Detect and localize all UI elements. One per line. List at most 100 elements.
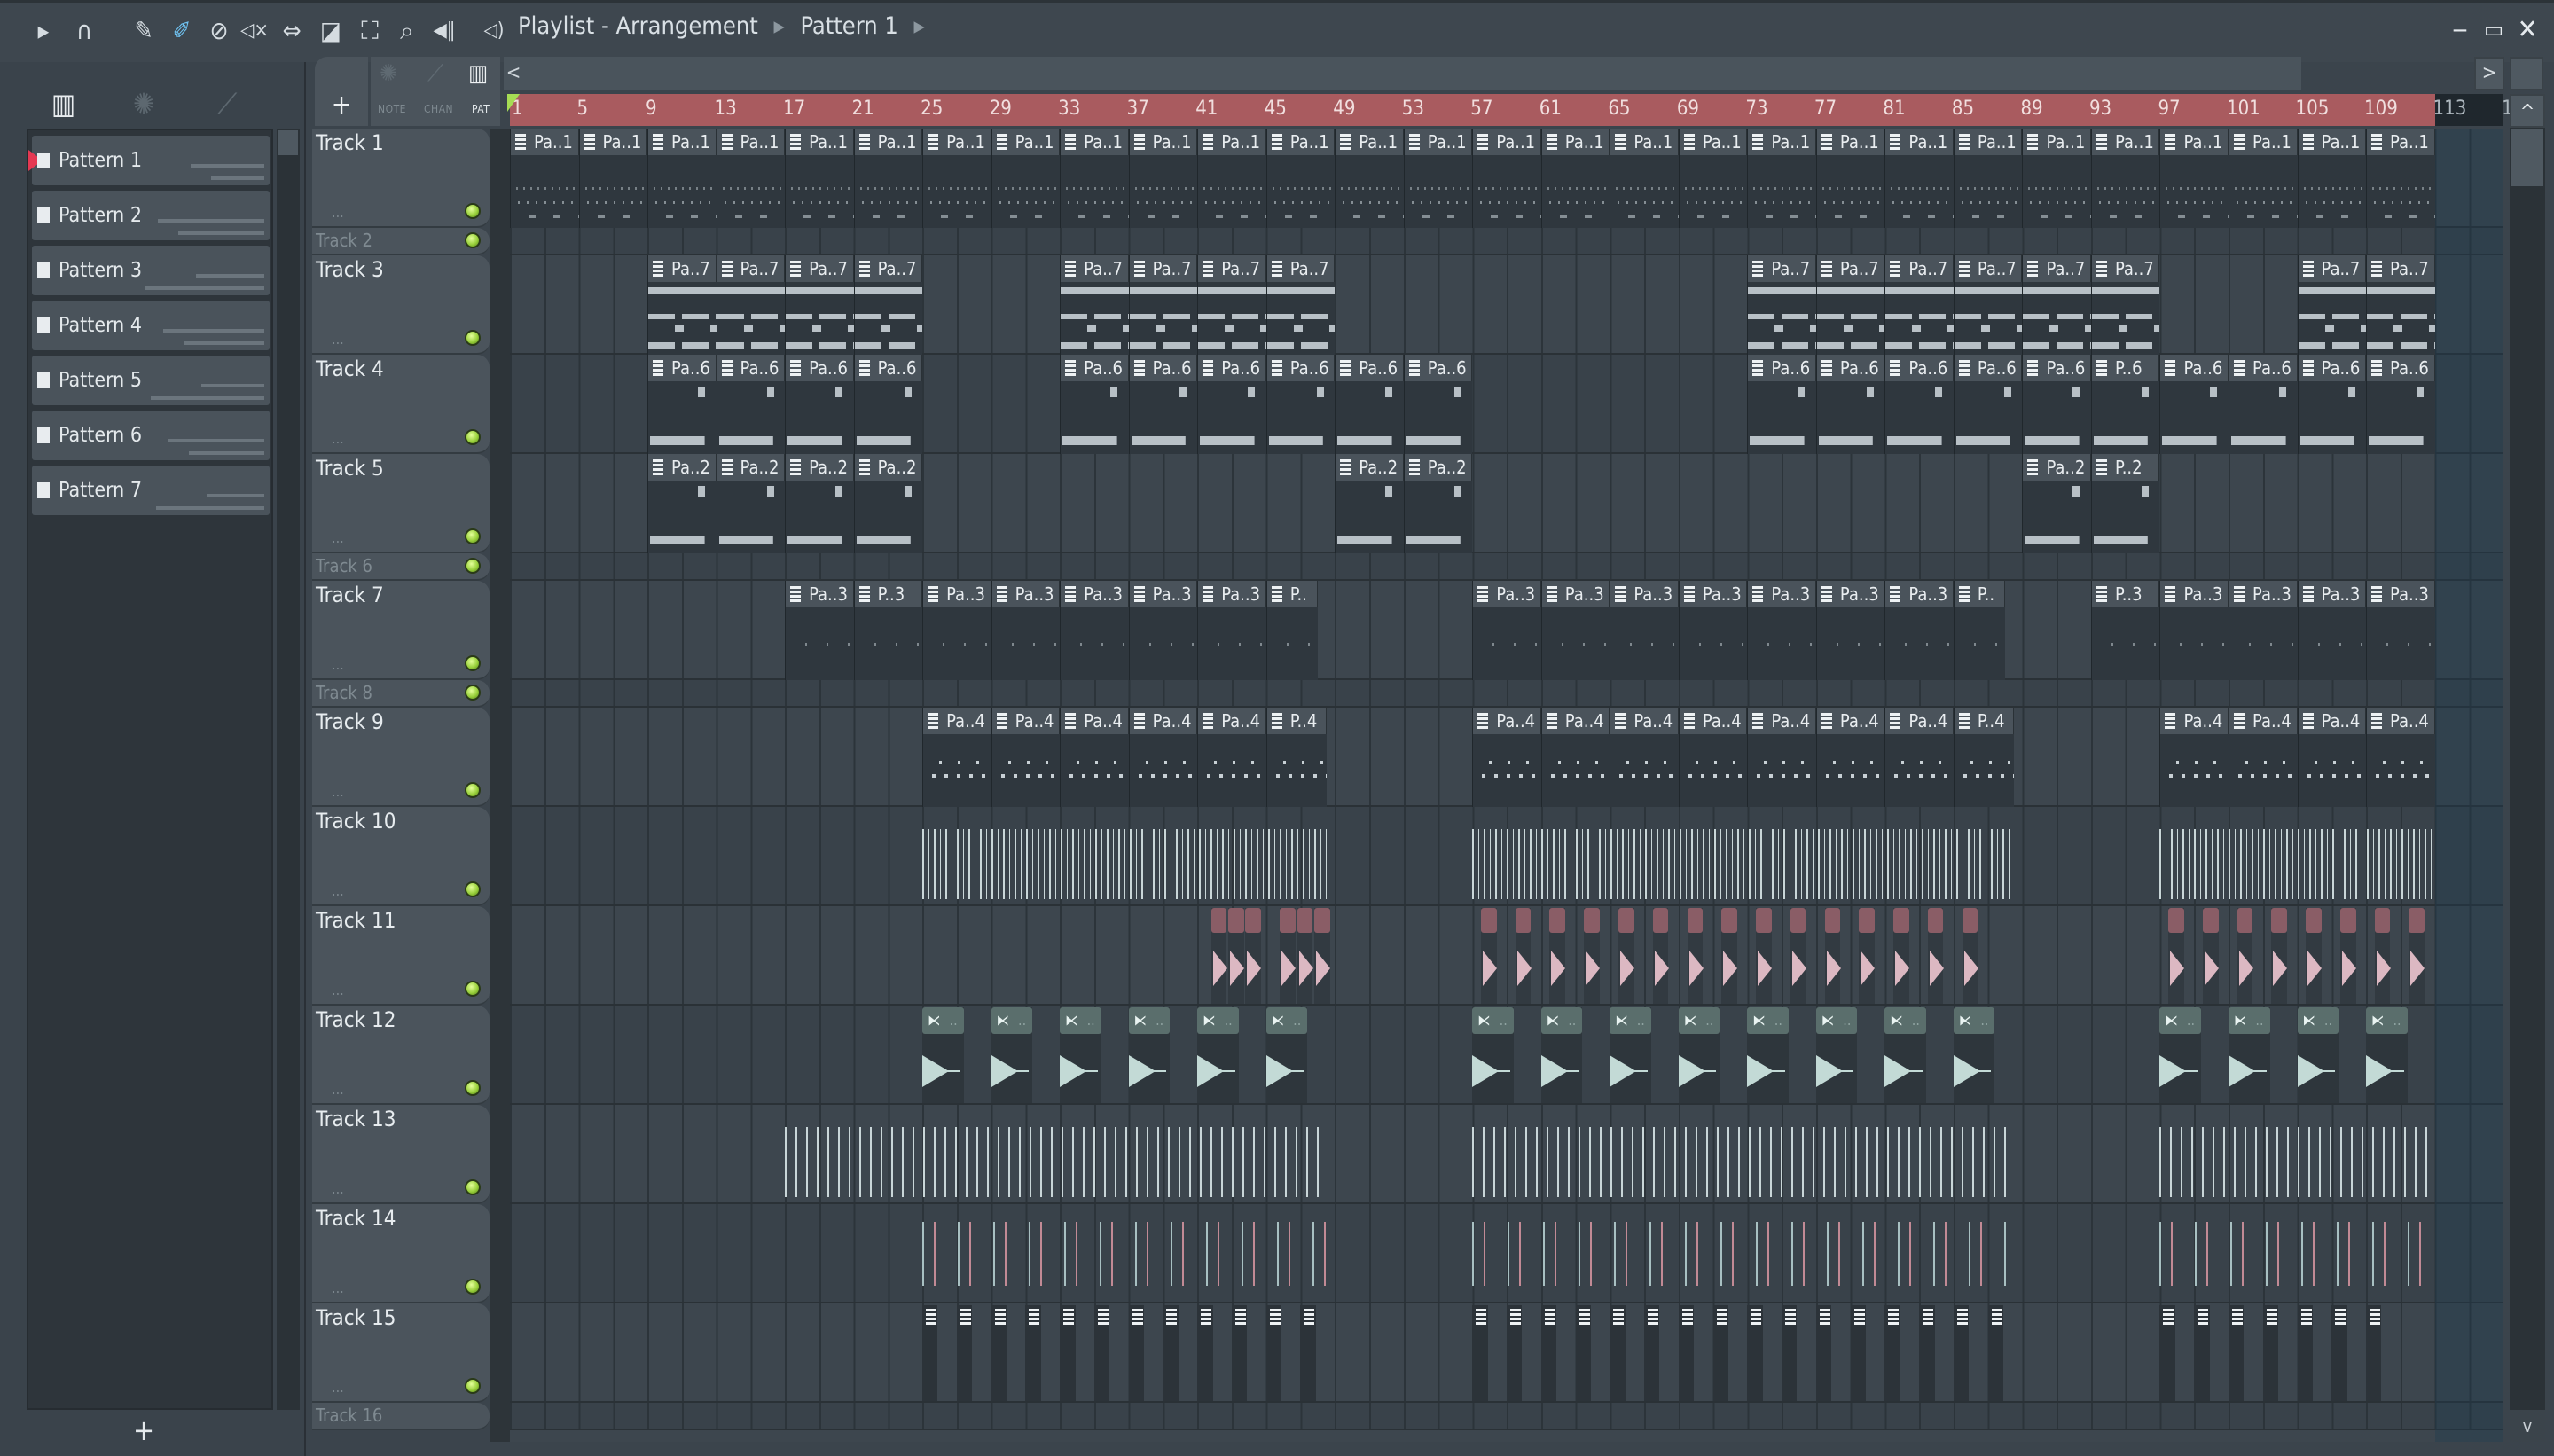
pattern-clip[interactable] <box>1815 1305 1832 1401</box>
audio-clip[interactable]: ⧔.. <box>1953 1007 1995 1103</box>
track-options[interactable]: ... <box>332 982 344 998</box>
automation-clip[interactable] <box>1549 908 1566 1004</box>
pattern-clip[interactable]: Pa..1 <box>922 129 991 228</box>
pattern-clip[interactable]: P..3 <box>2090 581 2160 680</box>
pattern-clip[interactable]: Pa..3 <box>2366 581 2435 680</box>
automation-clip[interactable] <box>2168 908 2185 1004</box>
play-arrow-icon[interactable]: ▸ <box>28 16 59 46</box>
pattern-clip[interactable]: Pa..7 <box>1815 255 1885 355</box>
pattern-clip[interactable]: Pa..3 <box>1060 581 1129 680</box>
pattern-clip[interactable]: Pa..6 <box>647 355 717 454</box>
automation-clip[interactable] <box>1618 908 1634 1004</box>
pattern-clip[interactable]: Pa..7 <box>1953 255 2023 355</box>
pattern-clip[interactable]: Pa..1 <box>647 129 717 228</box>
automation-icon[interactable]: ⟋ <box>217 87 237 121</box>
automation-clip[interactable] <box>1297 908 1313 1004</box>
pattern-clip[interactable]: Pa..4 <box>1747 708 1816 807</box>
pattern-clip[interactable]: Pa..1 <box>785 129 854 228</box>
pattern-item[interactable]: Pattern 4 <box>32 301 270 350</box>
automation-clip[interactable] <box>2409 908 2425 1004</box>
pattern-clip[interactable] <box>1747 1305 1763 1401</box>
pattern-clip[interactable]: Pa..3 <box>1884 581 1954 680</box>
automation-clip[interactable] <box>1480 908 1497 1004</box>
pattern-clip[interactable]: Pa..1 <box>578 129 648 228</box>
pattern-clip[interactable]: Pa..7 <box>647 255 717 355</box>
automation-clip[interactable] <box>1790 908 1806 1004</box>
pattern-clip[interactable]: Pa..7 <box>716 255 786 355</box>
audio-clip[interactable]: ⧔.. <box>1265 1007 1308 1103</box>
track-header[interactable]: Track 8 <box>312 680 490 708</box>
track-header[interactable]: Track 2 <box>312 228 490 255</box>
track-header[interactable]: Track 11... <box>312 906 490 1006</box>
magnet-icon[interactable]: ∩ <box>69 16 99 46</box>
playback-icon[interactable]: ◀‖ <box>429 16 459 46</box>
mute-icon[interactable]: ◁× <box>239 16 270 46</box>
pattern-clip[interactable]: P.. <box>1953 581 2006 680</box>
automation-clip[interactable] <box>2339 908 2356 1004</box>
pattern-clip[interactable] <box>1953 1305 1970 1401</box>
audio-clip[interactable]: ⧔.. <box>922 1007 964 1103</box>
pattern-clip[interactable] <box>1507 1305 1523 1401</box>
pattern-clip[interactable] <box>2262 1305 2279 1401</box>
automation-clip[interactable] <box>2306 908 2323 1004</box>
track-enable-led[interactable] <box>465 330 481 346</box>
track-enable-led[interactable] <box>465 685 481 701</box>
mode-note[interactable]: NOTE <box>378 103 406 115</box>
pattern-clip[interactable]: Pa..3 <box>1678 581 1748 680</box>
scroll-up-button[interactable]: ^ <box>2510 94 2545 128</box>
audio-clip[interactable]: ⧔.. <box>1197 1007 1239 1103</box>
pattern-clip[interactable]: Pa..1 <box>1265 129 1336 228</box>
track-lane[interactable] <box>510 553 2503 581</box>
audio-hits-region[interactable] <box>1472 1121 2014 1197</box>
pattern-clip[interactable]: Pa..4 <box>2297 708 2367 807</box>
automation-clip[interactable] <box>2237 908 2253 1004</box>
automation-clip[interactable] <box>1584 908 1601 1004</box>
pattern-clip[interactable]: Pa..3 <box>1815 581 1885 680</box>
pattern-clip[interactable]: Pa..7 <box>1197 255 1266 355</box>
pattern-clip[interactable] <box>1575 1305 1591 1401</box>
track-options[interactable]: ... <box>332 882 344 899</box>
pattern-clip[interactable]: Pa..3 <box>991 581 1061 680</box>
pattern-clip[interactable]: Pa..1 <box>1747 129 1816 228</box>
pattern-clip[interactable]: Pa..7 <box>2366 255 2435 355</box>
pattern-clip[interactable]: Pa..1 <box>1610 129 1679 228</box>
pattern-clip[interactable] <box>2194 1305 2210 1401</box>
pattern-clip[interactable]: Pa..4 <box>922 708 991 807</box>
audio-hits-region[interactable] <box>2159 823 2435 899</box>
track-enable-led[interactable] <box>465 782 481 798</box>
automation-clip[interactable] <box>1927 908 1944 1004</box>
pattern-clip[interactable] <box>1987 1305 2004 1401</box>
track-options[interactable]: ... <box>332 331 344 348</box>
track-lane[interactable] <box>510 680 2503 708</box>
breadcrumb-pattern[interactable]: Pattern 1 <box>800 12 897 40</box>
pattern-clip[interactable]: Pa..6 <box>1128 355 1198 454</box>
pattern-item[interactable]: Pattern 3 <box>32 246 270 295</box>
pattern-clip[interactable] <box>1472 1305 1488 1401</box>
pattern-clip[interactable] <box>1782 1305 1798 1401</box>
pattern-clip[interactable]: Pa..2 <box>785 454 854 553</box>
pattern-clip[interactable]: Pa..4 <box>1678 708 1748 807</box>
track-enable-led[interactable] <box>465 203 481 219</box>
pattern-clip[interactable]: Pa..3 <box>1197 581 1266 680</box>
pattern-clip[interactable]: Pa..1 <box>853 129 923 228</box>
track-enable-led[interactable] <box>465 1378 481 1394</box>
track-header[interactable]: Track 13... <box>312 1105 490 1204</box>
slice-icon[interactable]: ◪ <box>316 16 346 46</box>
track-header[interactable]: Track 6 <box>312 553 490 581</box>
pattern-clip[interactable]: Pa..3 <box>2229 581 2298 680</box>
pattern-clip[interactable]: Pa..4 <box>1060 708 1129 807</box>
pattern-item[interactable]: Pattern 6 <box>32 411 270 460</box>
automation-clip[interactable] <box>1962 908 1978 1004</box>
pattern-clip[interactable]: Pa..4 <box>1540 708 1610 807</box>
automation-clip[interactable] <box>1756 908 1773 1004</box>
pattern-clip[interactable] <box>956 1305 973 1401</box>
track-options[interactable]: ... <box>332 1180 344 1197</box>
pattern-clip[interactable]: Pa..6 <box>2229 355 2298 454</box>
pattern-clip[interactable] <box>1163 1305 1179 1401</box>
pattern-clip[interactable]: Pa..7 <box>2090 255 2160 355</box>
track-enable-led[interactable] <box>465 1279 481 1295</box>
mode-pat[interactable]: PAT <box>472 103 490 115</box>
pattern-clip[interactable]: Pa..1 <box>2022 129 2091 228</box>
select-icon[interactable]: ⛶ <box>355 16 385 46</box>
pattern-clip[interactable]: P..3 <box>853 581 923 680</box>
